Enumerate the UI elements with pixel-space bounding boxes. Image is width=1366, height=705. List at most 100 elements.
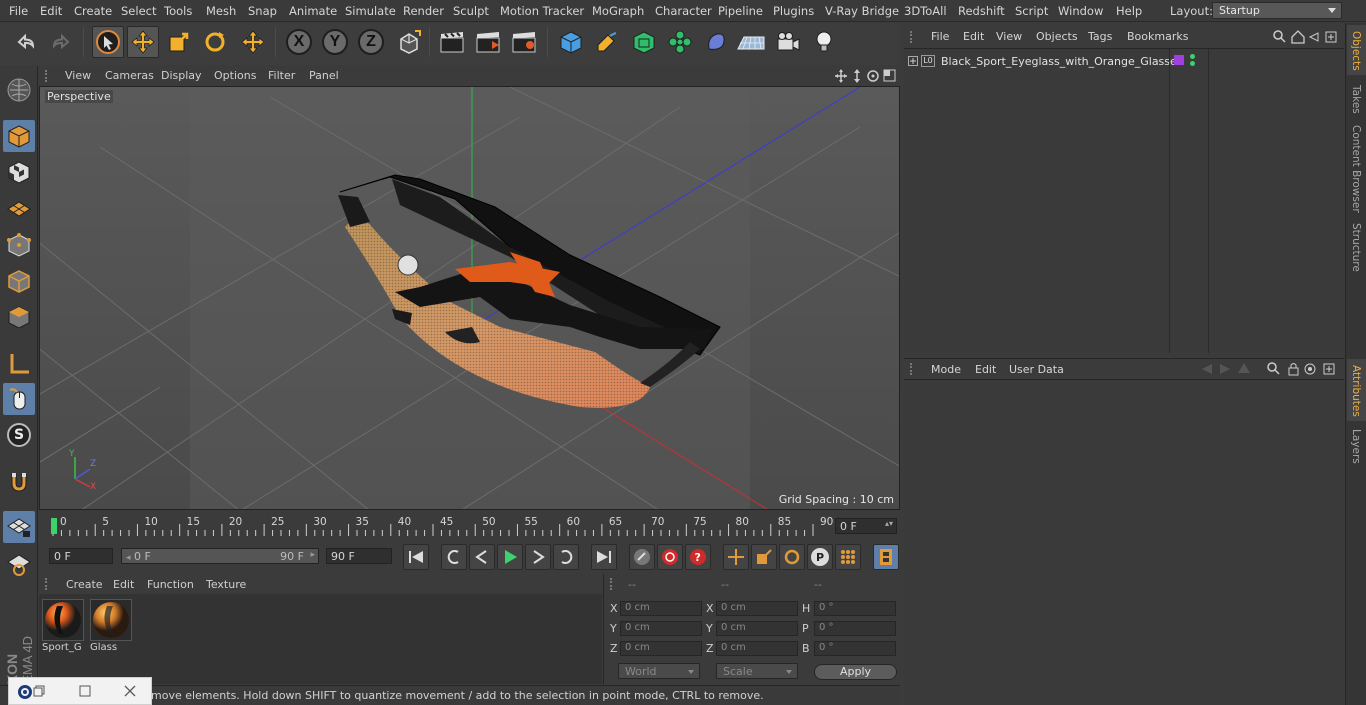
z-axis-lock-button[interactable]: Z (355, 26, 387, 58)
size-x-field[interactable]: 0 cm (716, 601, 798, 616)
tab-layers[interactable]: Layers (1350, 429, 1362, 464)
viewport-menu-filter[interactable]: Filter (268, 69, 295, 82)
previous-frame-button[interactable] (469, 544, 495, 570)
menu-redshift[interactable]: Redshift (958, 4, 1005, 18)
current-frame-field[interactable]: 0 F ▴▾ (835, 518, 897, 534)
attribute-menu-user-data[interactable]: User Data (1009, 363, 1064, 376)
perspective-viewport[interactable]: Perspective Y Z X Grid Spacing : 10 cm (39, 86, 900, 510)
viewport-camera-label[interactable]: Perspective (45, 90, 113, 103)
rotation-p-field[interactable]: 0 ° (814, 621, 896, 636)
menu-help[interactable]: Help (1116, 4, 1142, 18)
material-menu-function[interactable]: Function (147, 578, 194, 591)
menu-motion-tracker[interactable]: Motion Tracker (500, 4, 584, 18)
timeline-film-button[interactable] (873, 544, 899, 570)
menu-vray-bridge[interactable]: V-Ray Bridge (825, 4, 899, 18)
position-x-field[interactable]: 0 cm (620, 601, 702, 616)
menu-animate[interactable]: Animate (289, 4, 337, 18)
previous-key-button[interactable] (441, 544, 467, 570)
object-menu-edit[interactable]: Edit (963, 30, 984, 43)
tab-takes[interactable]: Takes (1350, 85, 1362, 114)
texture-mode-button[interactable] (3, 156, 35, 188)
maximize-icon[interactable] (79, 685, 91, 697)
keyframe-selection-button[interactable]: ? (685, 544, 711, 570)
model-mode-button[interactable] (3, 120, 35, 152)
rotation-h-field[interactable]: 0 ° (814, 601, 896, 616)
menu-render[interactable]: Render (403, 4, 444, 18)
layer-color-icon[interactable] (1174, 55, 1184, 65)
material-menu-texture[interactable]: Texture (206, 578, 246, 591)
autokey-button[interactable] (657, 544, 683, 570)
layout-select[interactable]: Startup (1212, 2, 1342, 19)
workplane-mode-button[interactable] (3, 192, 35, 224)
attribute-menu-mode[interactable]: Mode (931, 363, 961, 376)
live-selection-button[interactable] (92, 26, 124, 58)
position-z-field[interactable]: 0 cm (620, 641, 702, 656)
tweak-mode-button[interactable] (3, 383, 35, 415)
key-position-button[interactable] (723, 544, 749, 570)
workplane-lock-button[interactable] (3, 511, 35, 543)
apply-button[interactable]: Apply (814, 664, 897, 680)
cinema4d-app-icon[interactable] (17, 684, 33, 700)
object-menu-file[interactable]: File (931, 30, 949, 43)
end-frame-field[interactable]: 90 F (326, 548, 392, 564)
move-tool-button[interactable] (127, 26, 159, 58)
viewport-menu-options[interactable]: Options (214, 69, 256, 82)
menu-file[interactable]: File (9, 4, 28, 18)
coordinate-mode-select[interactable]: World (618, 663, 700, 679)
transform-tool-button[interactable] (237, 26, 269, 58)
redo-button[interactable] (45, 26, 77, 58)
render-picture-viewer-button[interactable] (472, 26, 504, 58)
restore-icon[interactable] (33, 685, 45, 697)
menu-simulate[interactable]: Simulate (345, 4, 396, 18)
tab-attributes[interactable]: Attributes (1350, 365, 1362, 417)
add-spline-pen-button[interactable] (591, 26, 623, 58)
undo-button[interactable] (10, 26, 42, 58)
attribute-manager-icons[interactable] (1200, 361, 1344, 377)
go-to-start-button[interactable] (403, 544, 429, 570)
workplane-rotate-button[interactable] (3, 548, 35, 580)
make-editable-button[interactable] (3, 74, 35, 106)
next-key-button[interactable] (553, 544, 579, 570)
menu-create[interactable]: Create (74, 4, 112, 18)
object-manager-icons[interactable] (1272, 29, 1344, 45)
key-scale-button[interactable] (751, 544, 777, 570)
add-camera-button[interactable] (772, 26, 804, 58)
add-cube-button[interactable] (555, 26, 587, 58)
key-rotation-button[interactable] (779, 544, 805, 570)
add-light-button[interactable] (808, 26, 840, 58)
menu-pipeline[interactable]: Pipeline (718, 4, 763, 18)
add-deformer-button[interactable] (700, 26, 732, 58)
viewport-menu-view[interactable]: View (65, 69, 91, 82)
render-settings-button[interactable] (508, 26, 540, 58)
menu-mograph[interactable]: MoGraph (592, 4, 644, 18)
material-swatch[interactable]: Glass (90, 599, 134, 655)
snap-button[interactable]: S (3, 419, 35, 451)
material-swatch[interactable]: Sport_G (42, 599, 86, 655)
points-mode-button[interactable] (3, 229, 35, 261)
menu-character[interactable]: Character (655, 4, 712, 18)
size-y-field[interactable]: 0 cm (716, 621, 798, 636)
go-to-end-button[interactable] (591, 544, 617, 570)
add-mograph-button[interactable] (664, 26, 696, 58)
frame-range-slider[interactable]: ◂ 0 F 90 F ▸ (121, 548, 319, 564)
play-button[interactable] (497, 544, 523, 570)
close-icon[interactable] (124, 685, 136, 697)
object-menu-objects[interactable]: Objects (1036, 30, 1078, 43)
object-row[interactable]: L0 Black_Sport_Eyeglass_with_Orange_Glas… (904, 52, 1183, 70)
object-menu-view[interactable]: View (996, 30, 1022, 43)
key-parameter-button[interactable]: P (807, 544, 833, 570)
viewport-menu-panel[interactable]: Panel (309, 69, 339, 82)
attribute-menu-edit[interactable]: Edit (975, 363, 996, 376)
enable-axis-button[interactable] (3, 348, 35, 380)
size-z-field[interactable]: 0 cm (716, 641, 798, 656)
object-menu-bookmarks[interactable]: Bookmarks (1127, 30, 1188, 43)
editor-visibility-dot-icon[interactable] (1190, 54, 1195, 59)
menu-sculpt[interactable]: Sculpt (453, 4, 489, 18)
size-mode-select[interactable]: Scale (716, 663, 798, 679)
expand-plus-icon[interactable] (908, 56, 918, 66)
object-name[interactable]: Black_Sport_Eyeglass_with_Orange_Glasses (941, 55, 1183, 68)
start-frame-field[interactable]: 0 F (49, 548, 113, 564)
viewport-menu-display[interactable]: Display (161, 69, 202, 82)
record-keys-button[interactable] (629, 544, 655, 570)
menu-window[interactable]: Window (1058, 4, 1103, 18)
